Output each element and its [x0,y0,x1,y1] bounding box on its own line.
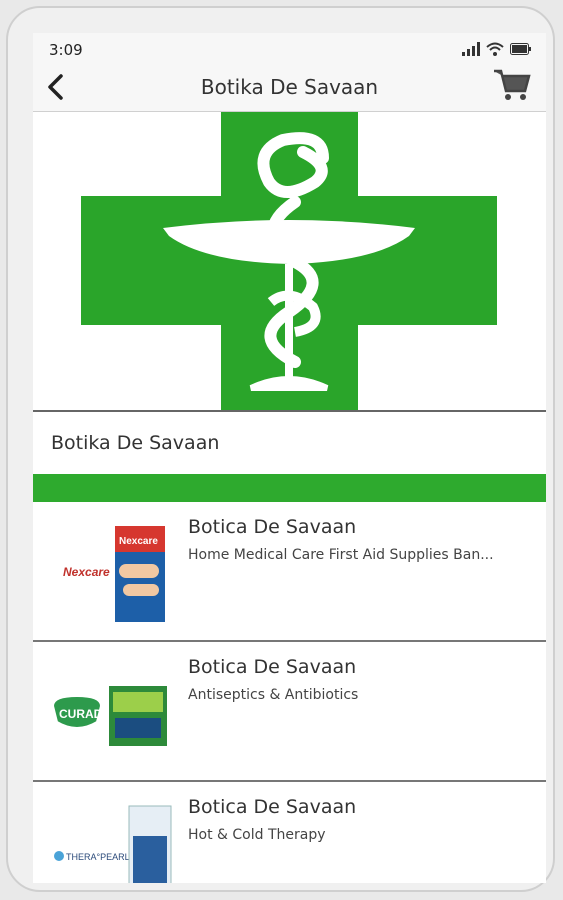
status-time: 3:09 [49,41,83,59]
item-title: Botica De Savaan [188,656,357,678]
list-item[interactable]: CURAD Botica De Savaan Antiseptics & Ant… [33,642,546,782]
svg-text:Nexcare: Nexcare [63,565,110,579]
svg-text:CURAD: CURAD [59,707,103,721]
list-item[interactable]: THERA°PEARL Botica De Savaan Hot & Cold … [33,782,546,883]
item-subtitle: Hot & Cold Therapy [188,827,326,843]
cart-icon[interactable] [492,65,532,105]
item-subtitle: Home Medical Care First Aid Supplies Ban… [188,547,494,563]
wifi-icon [486,42,504,56]
pharmacy-cross-logo [81,112,497,410]
screen: 3:09 Botika De Savaan Botika De Savaan N… [33,33,546,883]
status-icons [462,42,532,56]
section-divider-bar [33,474,546,502]
therapearl-product-image: THERA°PEARL [54,805,172,883]
phone-frame: 3:09 Botika De Savaan Botika De Savaan N… [6,6,555,892]
page-title: Botika De Savaan [200,75,379,99]
nexcare-product-image: Nexcare Nexcare [63,526,165,622]
store-name: Botika De Savaan [51,432,220,454]
store-name-row: Botika De Savaan [33,410,546,474]
store-banner-image [33,112,546,410]
app-bar: Botika De Savaan [33,65,546,112]
curad-product-image: CURAD [53,686,167,746]
item-title: Botica De Savaan [188,796,357,818]
svg-text:THERA°PEARL: THERA°PEARL [66,852,130,862]
item-subtitle: Antiseptics & Antibiotics [188,687,359,703]
svg-text:Nexcare: Nexcare [119,536,158,547]
status-bar: 3:09 [33,33,546,65]
list-item[interactable]: Nexcare Nexcare Botica De Savaan Home Me… [33,502,546,642]
signal-icon [462,42,480,56]
item-title: Botica De Savaan [188,516,357,538]
battery-icon [510,43,531,55]
